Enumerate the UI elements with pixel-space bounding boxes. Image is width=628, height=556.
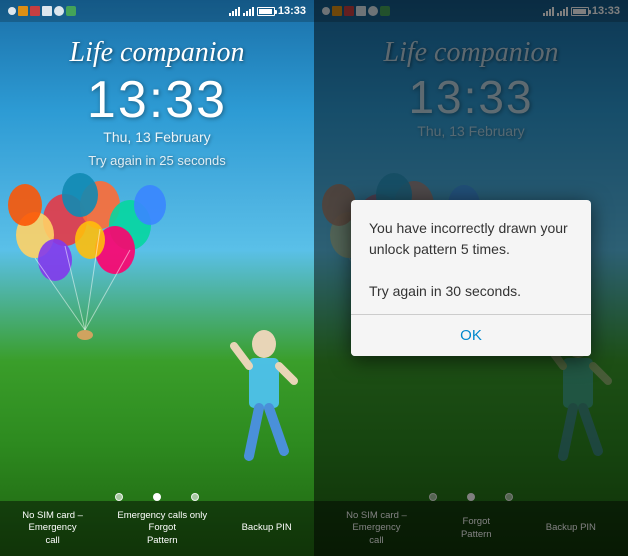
error-dialog: You have incorrectly drawn your unlock p… [351,200,591,356]
notif-icon-4 [42,6,52,16]
left-forgot-btn[interactable]: Emergency calls only Forgot Pattern [117,510,207,547]
left-life-companion: Life companion [70,37,245,69]
left-main-content: Life companion 13:33 Thu, 13 February Tr… [0,22,314,501]
left-no-sim-btn[interactable]: No SIM card – Emergency call [22,510,83,547]
ok-button[interactable]: OK [430,325,512,346]
dialog-ok-area: OK [351,315,591,356]
dialog-body: You have incorrectly drawn your unlock p… [351,200,591,314]
left-status-bar: 13:33 [0,0,314,22]
left-try-again: Try again in 25 seconds [88,153,226,168]
wifi-icon [229,6,240,16]
notif-icon-5 [54,6,64,16]
left-notification-icons [8,6,76,16]
signal-icon [243,6,254,16]
left-screen: 13:33 Life companion 13:33 Thu, 13 Febru… [0,0,314,556]
notif-icon-1 [8,7,16,15]
left-bottom-bar: No SIM card – Emergency call Emergency c… [0,501,314,556]
left-backup-pin-btn[interactable]: Backup PIN [242,522,292,534]
dialog-overlay: You have incorrectly drawn your unlock p… [314,0,628,556]
left-clock: 13:33 [87,74,227,126]
right-screen: 13:33 Life companion 13:33 Thu, 13 Febru… [314,0,628,556]
left-status-right: 13:33 [229,5,306,17]
notif-icon-3 [30,6,40,16]
left-status-time: 13:33 [278,5,306,17]
notif-icon-2 [18,6,28,16]
dialog-message: You have incorrectly drawn your unlock p… [369,220,568,299]
battery-icon [257,7,275,16]
left-date: Thu, 13 February [103,129,210,145]
notif-icon-6 [66,6,76,16]
